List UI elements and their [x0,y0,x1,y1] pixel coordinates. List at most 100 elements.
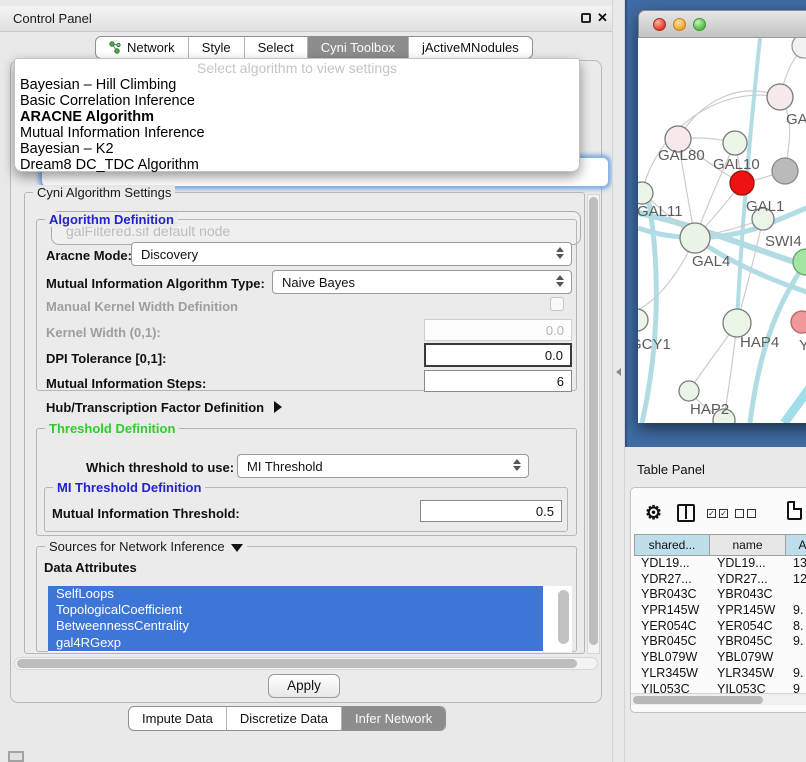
network-node-hap4[interactable] [723,309,751,337]
split-view-icon[interactable] [677,504,695,522]
table-cell: 9. [786,666,806,682]
network-node[interactable] [772,158,798,184]
table-cell: YBR045C [710,634,786,650]
table-column-header[interactable]: name [710,534,786,556]
tab-infer-network[interactable]: Infer Network [341,707,445,730]
node-label: GAL1 [746,198,784,215]
network-node-gal1[interactable] [730,171,754,195]
mi-steps-field[interactable]: 6 [424,370,572,392]
dpi-tolerance-field[interactable]: 0.0 [424,343,572,367]
dropdown-item[interactable]: Dream8 DC_TDC Algorithm [15,157,579,173]
network-node-gal[interactable] [767,84,793,110]
network-node-y[interactable] [791,311,806,333]
network-canvas[interactable]: GALGAL80GAL10GAL1GAL11SWI4GAL4GCY1HAP4YH… [638,38,806,423]
network-node-gcy1[interactable] [638,309,648,331]
threshold-definition-title: Threshold Definition [45,421,179,436]
settings-vertical-scrollbar[interactable] [587,194,600,654]
hub-definition-label: Hub/Transcription Factor Definition [46,400,264,415]
table-cell: YLR345W [710,666,786,682]
tab-impute-data[interactable]: Impute Data [129,707,226,730]
table-cell: YDR27... [634,572,710,588]
table-row[interactable]: YER054CYER054C8. [634,619,806,635]
vertical-scrollbar-thumb[interactable] [589,197,598,645]
table-cell: YBL079W [634,650,710,666]
attribute-list-item[interactable]: TopologicalCoefficient [48,602,543,618]
kernel-width-field[interactable]: 0.0 [424,319,572,341]
dropdown-placeholder: Select algorithm to view settings [15,60,579,77]
table-row[interactable]: YDL19...YDL19...13 [634,556,806,572]
network-node[interactable] [792,38,806,58]
tab-style[interactable]: Style [188,37,244,58]
table-row[interactable]: YPR145WYPR145W9. [634,603,806,619]
expand-right-icon [274,401,282,413]
float-window-icon[interactable] [581,13,591,23]
attribute-list-item[interactable]: BetweennessCentrality [48,618,543,634]
table-cell: YBL079W [710,650,786,666]
table-row[interactable]: YBL079WYBL079W [634,650,806,666]
settings-horizontal-scrollbar[interactable] [14,657,598,670]
table-row[interactable]: YLR345WYLR345W9. [634,666,806,682]
tab-discretize-data[interactable]: Discretize Data [226,707,341,730]
network-node-hap2[interactable] [679,381,699,401]
panel-divider[interactable] [612,0,625,762]
dropdown-item[interactable]: Bayesian – K2 [15,141,579,157]
tab-label: Cyni Toolbox [321,40,395,55]
minimize-traffic-light-icon[interactable] [673,18,686,31]
table-row[interactable]: YBR043CYBR043C [634,587,806,603]
unchecked-boxes-icon[interactable] [735,509,756,518]
table-horizontal-scrollbar[interactable] [631,693,806,705]
which-threshold-label: Which threshold to use: [86,460,234,475]
network-window-titlebar[interactable] [638,10,806,38]
collapse-left-icon[interactable] [616,368,621,376]
dropdown-item[interactable]: ARACNE Algorithm [15,109,579,125]
gear-icon[interactable]: ⚙ [645,502,662,525]
collapsed-panel-icon[interactable] [8,751,24,762]
table-column-header[interactable]: shared... [634,534,710,556]
table-row[interactable]: YDR27...YDR27...12 [634,572,806,588]
node-label: GCY1 [638,336,671,353]
app-root: Control Panel ✕ NetworkStyleSelect Cyni T… [0,0,806,762]
new-table-icon[interactable] [787,501,802,520]
network-node-gal4[interactable] [680,223,710,253]
table-column-header[interactable]: A [786,534,806,556]
tab-jactivemnodules[interactable]: jActiveMNodules [408,37,532,58]
node-label: GAL11 [638,203,683,220]
network-window[interactable]: GALGAL80GAL10GAL1GAL11SWI4GAL4GCY1HAP4YH… [638,10,806,423]
control-panel-tabs: NetworkStyleSelect Cyni Toolbox jActiveMNo… [95,36,533,59]
table-cell [786,587,806,603]
attribute-list-item[interactable]: gal4RGexp [48,635,543,651]
attribute-list-item[interactable]: SelfLoops [48,586,543,602]
dropdown-item[interactable]: Basic Correlation Inference [15,93,579,109]
sources-title-text: Sources for Network Inference [49,539,225,554]
dropdown-item[interactable]: Mutual Information Inference [15,125,579,141]
table-scrollbar-thumb[interactable] [633,696,763,704]
close-traffic-light-icon[interactable] [653,18,666,31]
table-cell [786,650,806,666]
which-threshold-combo[interactable]: MI Threshold [237,454,529,478]
kernel-width-label: Kernel Width (0,1): [46,325,161,340]
mi-threshold-field[interactable]: 0.5 [420,500,562,522]
apply-button[interactable]: Apply [268,674,340,698]
attributes-scrollbar-thumb[interactable] [558,590,569,644]
dropdown-item[interactable]: Bayesian – Hill Climbing [15,77,579,93]
table-row[interactable]: YBR045CYBR045C9. [634,634,806,650]
mi-threshold-label: Mutual Information Threshold: [52,506,240,521]
table-cell: 9. [786,634,806,650]
aracne-mode-combo[interactable]: Discovery [131,242,572,266]
horizontal-scrollbar-thumb[interactable] [17,659,577,668]
mi-type-combo[interactable]: Naive Bayes [272,270,572,294]
network-node-gal10[interactable] [723,131,747,155]
sources-group-title[interactable]: Sources for Network Inference [45,539,247,554]
table-cell: YDL19... [634,556,710,572]
zoom-traffic-light-icon[interactable] [693,18,706,31]
hub-definition-toggle[interactable]: Hub/Transcription Factor Definition [46,400,282,415]
close-icon[interactable]: ✕ [597,10,608,26]
mi-type-label: Mutual Information Algorithm Type: [46,276,265,291]
control-panel-titlebar: Control Panel ✕ [0,6,612,32]
tab-network[interactable]: Network [96,37,188,58]
tab-cyni-toolbox[interactable]: Cyni Toolbox [307,37,408,58]
tab-select[interactable]: Select [244,37,307,58]
checked-boxes-icon[interactable]: ✓✓ [707,509,728,518]
network-node[interactable] [793,249,806,275]
manual-kernel-checkbox[interactable] [550,297,564,311]
